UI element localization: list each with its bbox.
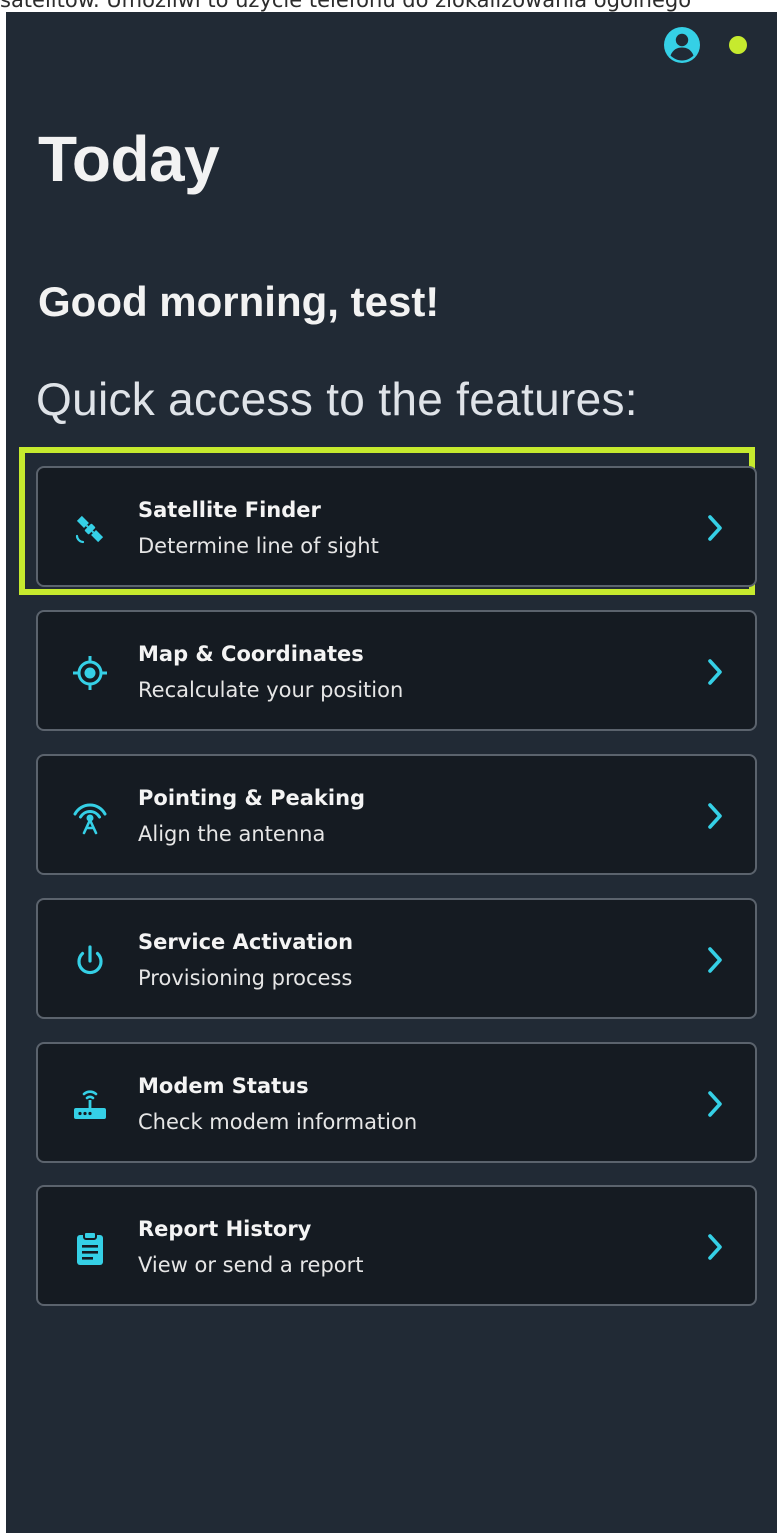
card-subtitle: Align the antenna bbox=[138, 822, 326, 846]
card-subtitle: View or send a report bbox=[138, 1253, 364, 1277]
feature-card-pointing-peaking[interactable]: Pointing & Peaking Align the antenna bbox=[36, 754, 757, 875]
card-title: Satellite Finder bbox=[138, 498, 321, 522]
card-subtitle: Check modem information bbox=[138, 1110, 418, 1134]
clipboard-icon bbox=[71, 1229, 109, 1267]
feature-card-map-coordinates[interactable]: Map & Coordinates Recalculate your posit… bbox=[36, 610, 757, 731]
power-icon bbox=[71, 942, 109, 980]
feature-card-report-history[interactable]: Report History View or send a report bbox=[36, 1185, 757, 1306]
card-title: Report History bbox=[138, 1217, 312, 1241]
feature-card-modem-status[interactable]: Modem Status Check modem information bbox=[36, 1042, 757, 1163]
card-title: Modem Status bbox=[138, 1074, 309, 1098]
card-subtitle: Provisioning process bbox=[138, 966, 353, 990]
card-subtitle: Recalculate your position bbox=[138, 678, 404, 702]
card-title: Map & Coordinates bbox=[138, 642, 364, 666]
satellite-icon bbox=[71, 510, 109, 548]
gps-target-icon bbox=[71, 654, 109, 692]
feature-card-service-activation[interactable]: Service Activation Provisioning process bbox=[36, 898, 757, 1019]
feature-card-satellite-finder[interactable]: Satellite Finder Determine line of sight bbox=[36, 466, 757, 587]
router-icon bbox=[71, 1086, 109, 1124]
antenna-icon bbox=[71, 798, 109, 836]
card-title: Service Activation bbox=[138, 930, 354, 954]
chevron-right-icon bbox=[707, 1233, 723, 1261]
chevron-right-icon bbox=[707, 514, 723, 542]
card-title: Pointing & Peaking bbox=[138, 786, 366, 810]
chevron-right-icon bbox=[707, 1090, 723, 1118]
feature-list: Satellite Finder Determine line of sight… bbox=[6, 12, 777, 1533]
card-subtitle: Determine line of sight bbox=[138, 534, 379, 558]
app-screen: Today Good morning, test! Quick access t… bbox=[6, 12, 777, 1533]
chevron-right-icon bbox=[707, 802, 723, 830]
chevron-right-icon bbox=[707, 658, 723, 686]
chevron-right-icon bbox=[707, 946, 723, 974]
